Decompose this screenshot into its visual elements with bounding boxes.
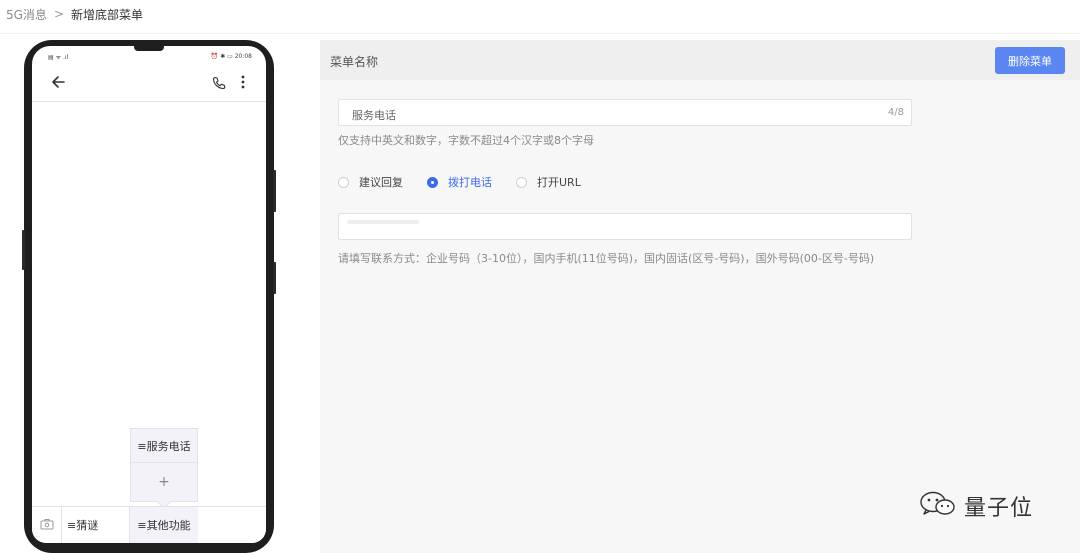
char-counter: 4/8 [887, 107, 904, 118]
radio-dial-phone[interactable]: 拨打电话 [427, 174, 492, 190]
menu-edit-panel: 菜单名称 删除菜单 服务电话 4/8 仅支持中英文和数字，字数不超过4个汉字或8… [320, 40, 1080, 553]
header-divider [0, 33, 1080, 34]
status-time: ⏰ ✱ ▭ 20:08 [210, 53, 252, 60]
radio-label: 打开URL [537, 176, 581, 189]
bottom-menu-bar: ≡猜谜 ≡其他功能 [32, 506, 266, 543]
radio-open-url[interactable]: 打开URL [516, 174, 581, 190]
radio-circle-checked [427, 176, 438, 188]
panel-title: 菜单名称 [330, 55, 379, 69]
breadcrumb-separator: > [53, 7, 64, 21]
submenu-item-service-phone[interactable]: ≡服务电话 [131, 429, 197, 463]
breadcrumb-item-current: 新增底部菜单 [71, 7, 144, 22]
breadcrumb-item-5g-messages[interactable]: 5G消息 [6, 6, 47, 23]
submenu-popup: ≡服务电话 + [130, 428, 198, 510]
phone-number-hint: 请填写联系方式：企业号码（3-10位），国内手机(11位号码)，国内固话(区号-… [338, 252, 875, 265]
menu-name-input[interactable]: 服务电话 4/8 [338, 99, 912, 126]
keyboard-toggle[interactable] [32, 507, 62, 543]
action-type-radio-group: 建议回复 拨打电话 打开URL [338, 174, 581, 190]
radio-label: 建议回复 [359, 176, 403, 189]
phone-preview: ▤ ᯤ .ıl ⏰ ✱ ▭ 20:08 ≡服务电话 + ≡猜谜 ≡其他功能 [22, 40, 276, 553]
bottom-menu-riddle[interactable]: ≡猜谜 [62, 507, 130, 543]
phone-number-input[interactable] [338, 213, 912, 240]
menu-name-hint: 仅支持中英文和数字，字数不超过4个汉字或8个字母 [338, 134, 594, 147]
back-arrow-icon[interactable] [50, 74, 66, 94]
bottom-menu-other-features[interactable]: ≡其他功能 [130, 507, 198, 543]
status-bar: ▤ ᯤ .ıl ⏰ ✱ ▭ 20:08 [32, 51, 266, 63]
phone-power-button [273, 170, 276, 212]
keyboard-icon [40, 518, 54, 533]
more-vertical-icon[interactable] [240, 74, 246, 94]
wechat-logo-icon [918, 489, 956, 523]
breadcrumb: 5G消息 > 新增底部菜单 [6, 6, 143, 22]
phone-volume-button [22, 230, 25, 270]
panel-header: 菜单名称 删除菜单 [320, 40, 1080, 80]
blurred-phone-number [347, 220, 419, 224]
phone-call-icon[interactable] [212, 75, 226, 94]
radio-label: 拨打电话 [448, 176, 492, 189]
watermark-text: 量子位 [964, 496, 1034, 521]
status-signal: ▤ ᯤ .ıl [48, 54, 69, 61]
radio-circle [516, 176, 527, 188]
radio-circle [338, 176, 349, 188]
watermark: 量子位 [918, 488, 1033, 524]
phone-side-button [273, 262, 276, 294]
chat-app-bar [32, 64, 266, 102]
menu-name-value: 服务电话 [352, 109, 396, 122]
radio-suggest-reply[interactable]: 建议回复 [338, 174, 403, 190]
delete-menu-button[interactable]: 删除菜单 [995, 47, 1065, 74]
phone-screen: ▤ ᯤ .ıl ⏰ ✱ ▭ 20:08 ≡服务电话 + ≡猜谜 ≡其他功能 [32, 46, 266, 543]
